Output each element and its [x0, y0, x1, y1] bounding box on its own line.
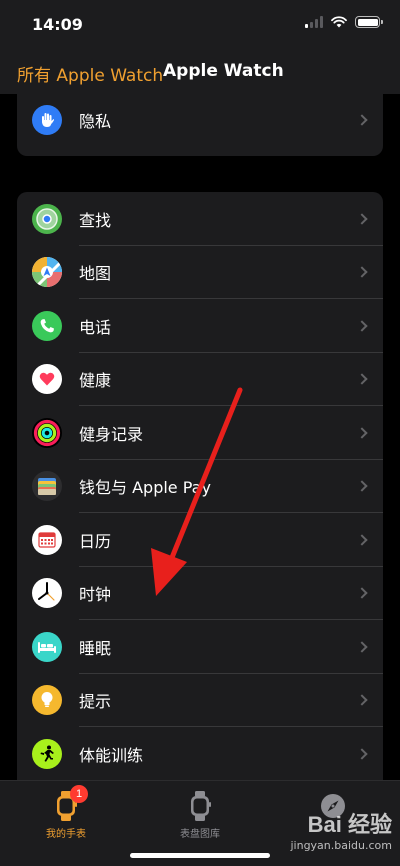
list-item-health[interactable]: 健康 — [17, 353, 383, 406]
settings-group-apps: 查找 地图 电话 健康 健身记录 钱包与 Apple Pay 日历 时钟 睡眠 … — [17, 192, 383, 780]
maps-icon — [32, 257, 62, 288]
chevron-right-icon — [356, 480, 368, 492]
watch-icon: 1 — [50, 785, 88, 823]
watermark: Bai 经验 jingyan.baidu.com — [290, 807, 392, 852]
watermark-url: jingyan.baidu.com — [290, 839, 392, 852]
list-item-phone[interactable]: 电话 — [17, 299, 383, 353]
home-indicator[interactable] — [130, 853, 270, 858]
tab-label: 我的手表 — [46, 829, 86, 840]
list-item-label: 时钟 — [79, 585, 112, 605]
status-bar: 14:09 — [0, 0, 400, 50]
chevron-right-icon — [356, 534, 368, 546]
chevron-right-icon — [356, 320, 368, 332]
list-item-label: 体能训练 — [79, 745, 144, 765]
activity-icon — [32, 417, 62, 448]
tips-icon — [32, 685, 62, 716]
page-title: Apple Watch — [163, 61, 284, 81]
list-item-label: 地图 — [79, 264, 112, 284]
list-item-label: 提示 — [79, 692, 112, 712]
find-my-icon — [32, 203, 62, 234]
chevron-right-icon — [356, 373, 368, 385]
chevron-right-icon — [356, 587, 368, 599]
chevron-right-icon — [356, 213, 368, 225]
list-item-label: 查找 — [79, 210, 112, 230]
list-item-maps[interactable]: 地图 — [17, 246, 383, 299]
chevron-right-icon — [356, 748, 368, 760]
list-item-label: 钱包与 Apple Pay — [79, 478, 211, 498]
navigation-bar: 所有 Apple Watch Apple Watch — [0, 50, 400, 94]
notification-badge: 1 — [70, 785, 88, 803]
tab-bar: 1 我的手表 表盘图库 Bai 经验 jingyan.baidu.com — [0, 780, 400, 866]
list-item-label: 健身记录 — [79, 424, 144, 444]
list-item-calendar[interactable]: 日历 — [17, 513, 383, 567]
status-time: 14:09 — [32, 15, 83, 34]
list-item-label: 睡眠 — [79, 638, 112, 658]
chevron-right-icon — [356, 114, 368, 126]
workout-icon — [32, 738, 62, 769]
list-item-privacy[interactable]: 隐私 — [17, 94, 383, 147]
battery-icon — [355, 16, 383, 28]
list-item-label: 健康 — [79, 371, 112, 391]
face-gallery-icon — [184, 789, 216, 823]
watermark-brand: Bai 经验 — [307, 812, 392, 837]
privacy-hand-icon — [32, 104, 62, 135]
back-button[interactable]: 所有 Apple Watch — [17, 61, 163, 86]
list-item-sleep[interactable]: 睡眠 — [17, 620, 383, 674]
chevron-right-icon — [356, 694, 368, 706]
wallet-icon — [32, 471, 62, 502]
chevron-right-icon — [356, 641, 368, 653]
list-item-find-my[interactable]: 查找 — [17, 192, 383, 246]
settings-group-privacy: 隐私 — [17, 94, 383, 156]
cellular-signal-icon — [305, 16, 323, 28]
tab-label: 表盘图库 — [180, 829, 220, 840]
settings-list[interactable]: 隐私 查找 地图 电话 健康 健身记录 钱包与 Apple Pay 日历 时钟 … — [0, 94, 400, 780]
list-item-clock[interactable]: 时钟 — [17, 567, 383, 620]
list-item-wallet[interactable]: 钱包与 Apple Pay — [17, 460, 383, 513]
tab-my-watch[interactable]: 1 我的手表 — [26, 785, 106, 840]
list-item-label: 日历 — [79, 531, 112, 551]
chevron-right-icon — [356, 427, 368, 439]
clock-icon — [32, 578, 62, 609]
status-icons — [305, 16, 383, 28]
list-item-label: 电话 — [79, 317, 112, 337]
list-item-label: 隐私 — [79, 111, 112, 131]
list-item-workout[interactable]: 体能训练 — [17, 727, 383, 780]
health-icon — [32, 364, 62, 395]
wifi-icon — [331, 16, 347, 28]
phone-icon — [32, 310, 62, 341]
list-item-activity[interactable]: 健身记录 — [17, 406, 383, 460]
sleep-icon — [32, 631, 62, 662]
calendar-icon — [32, 524, 62, 555]
tab-face-gallery[interactable]: 表盘图库 — [160, 789, 240, 840]
list-item-tips[interactable]: 提示 — [17, 674, 383, 727]
chevron-right-icon — [356, 266, 368, 278]
